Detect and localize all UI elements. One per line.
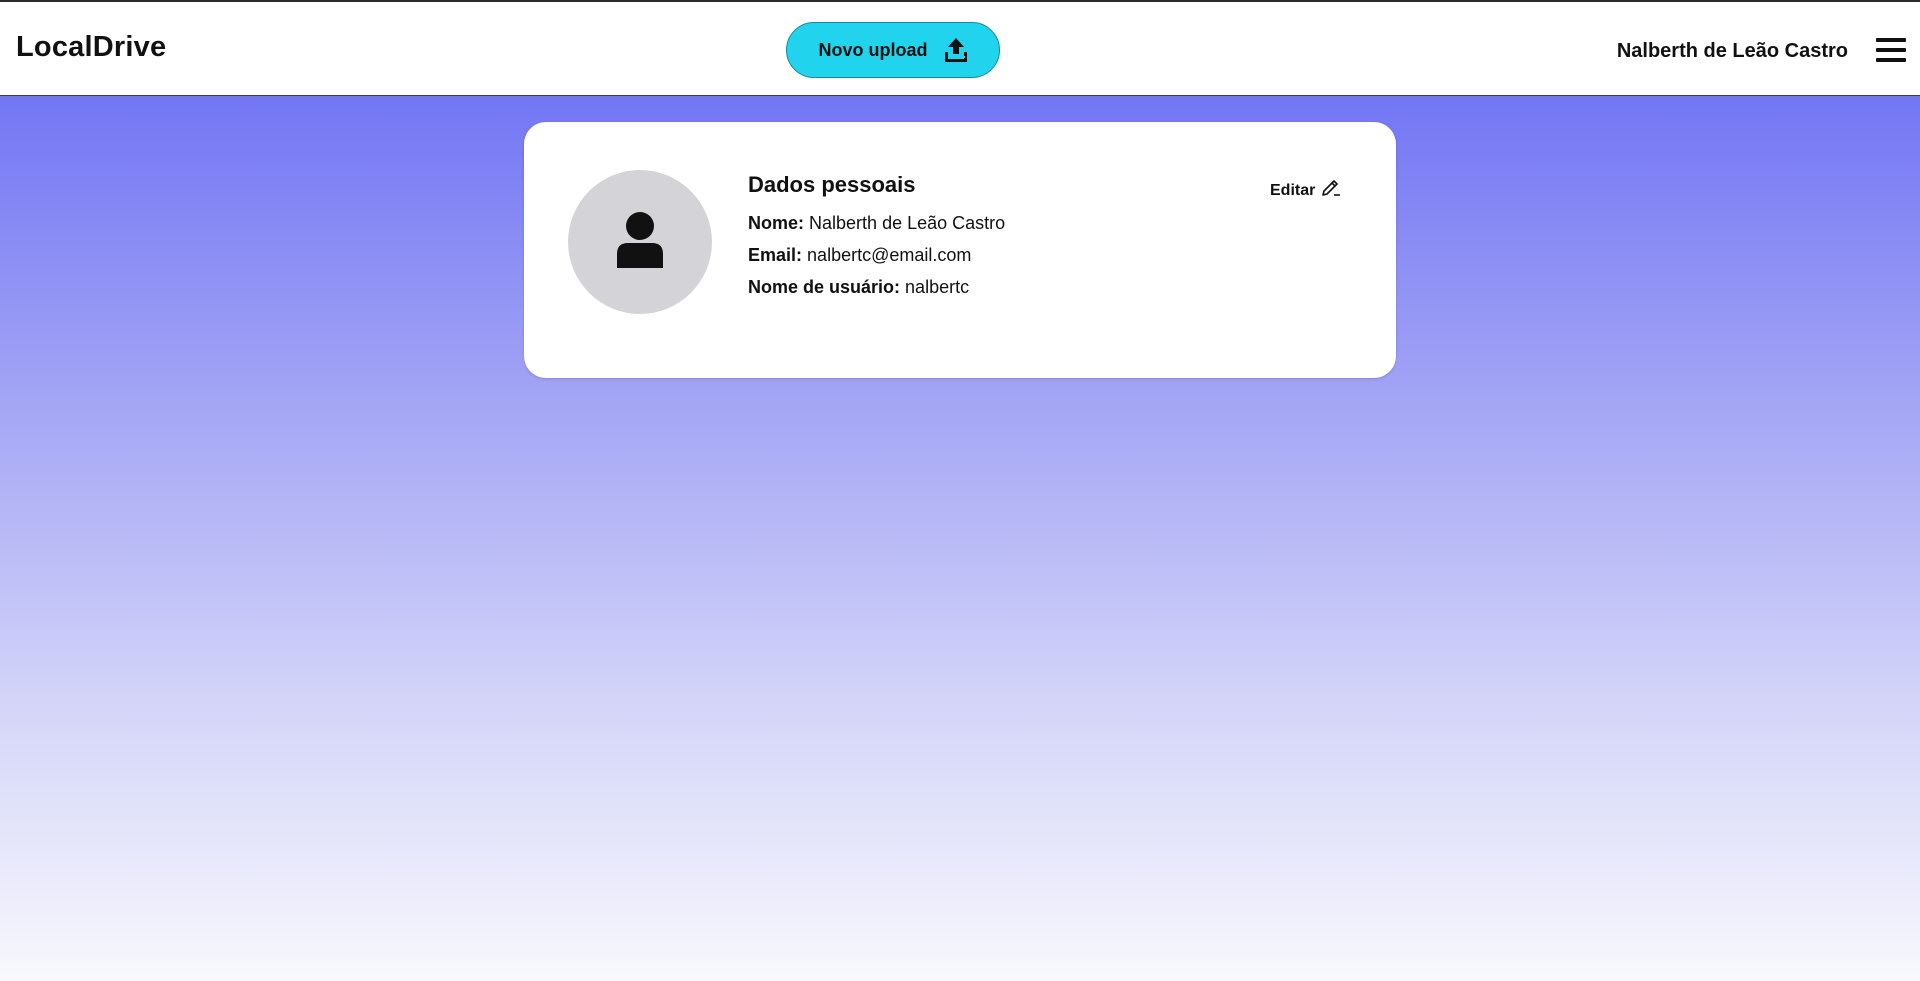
- section-title: Dados pessoais: [748, 172, 916, 197]
- upload-icon: [944, 37, 968, 63]
- user-icon: [615, 211, 665, 273]
- top-navbar: LocalDrive Novo upload Nalberth de Leão …: [0, 0, 1920, 96]
- current-user-name[interactable]: Nalberth de Leão Castro: [1617, 40, 1848, 63]
- email-value: nalbertc@email.com: [807, 245, 972, 265]
- personal-data-card: Dados pessoais Nome: Nalberth de Leão Ca…: [524, 122, 1396, 378]
- new-upload-button[interactable]: Novo upload: [786, 22, 1000, 78]
- personal-data-info: Dados pessoais Nome: Nalberth de Leão Ca…: [748, 172, 1005, 308]
- new-upload-label: Novo upload: [818, 39, 928, 60]
- name-row: Nome: Nalberth de Leão Castro: [748, 212, 1005, 244]
- username-label: Nome de usuário:: [748, 277, 901, 297]
- email-label: Email:: [748, 245, 803, 265]
- app-logo[interactable]: LocalDrive: [16, 31, 166, 64]
- username-row: Nome de usuário: nalbertc: [748, 276, 1005, 308]
- avatar: [568, 170, 712, 314]
- email-row: Email: nalbertc@email.com: [748, 244, 1005, 276]
- edit-label: Editar: [1270, 181, 1316, 199]
- pencil-icon: [1321, 179, 1341, 202]
- username-value: nalbertc: [905, 277, 970, 297]
- hamburger-menu-icon[interactable]: [1876, 36, 1906, 64]
- name-label: Nome:: [748, 213, 805, 233]
- name-value: Nalberth de Leão Castro: [809, 213, 1006, 233]
- edit-button[interactable]: Editar: [1270, 179, 1341, 202]
